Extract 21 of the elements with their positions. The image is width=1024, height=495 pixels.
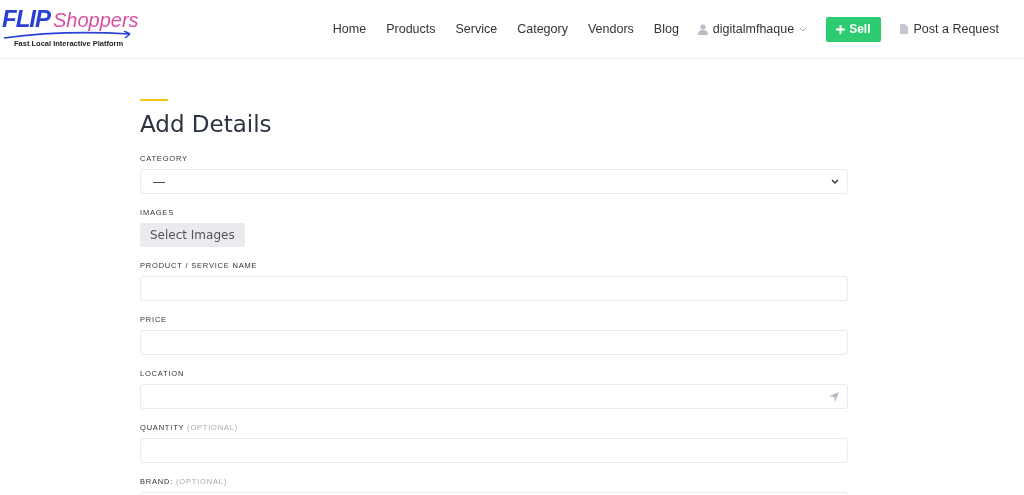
input-field[interactable] [140, 384, 848, 409]
accent-rule [140, 99, 168, 101]
chevron-down-icon [831, 179, 839, 184]
nav-link[interactable]: Home [332, 22, 367, 36]
nav-link[interactable]: Vendors [587, 22, 634, 36]
page-title: Add Details [140, 111, 273, 137]
nav-link[interactable]: Category [517, 22, 568, 36]
user-menu[interactable]: digitalmfhaque [712, 22, 795, 36]
select-images-button[interactable]: Select Images [140, 223, 245, 247]
location-arrow-icon[interactable] [829, 391, 839, 402]
plus-icon [836, 24, 846, 34]
nav-link[interactable]: Products [386, 22, 436, 36]
post-request-link[interactable]: Post a Request [913, 22, 999, 36]
nav-link[interactable]: Blog [653, 22, 679, 36]
category-select[interactable]: — [140, 169, 848, 194]
nav-link[interactable]: Service [455, 22, 498, 36]
document-icon [899, 24, 908, 34]
chevron-down-icon[interactable] [799, 26, 808, 32]
logo-text: Shoppers [53, 8, 139, 32]
user-icon [697, 23, 708, 35]
logo-text: FLIP [2, 4, 50, 33]
